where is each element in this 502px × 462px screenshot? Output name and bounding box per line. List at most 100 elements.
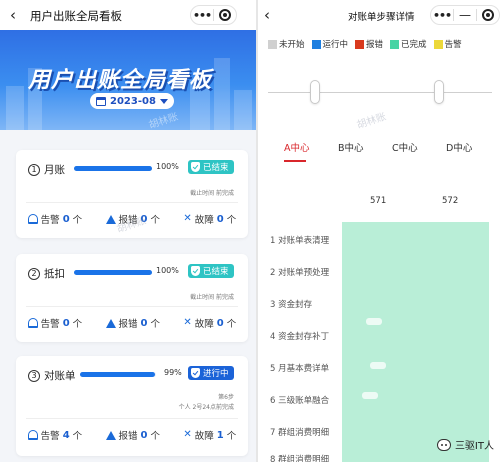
legend-swatch xyxy=(311,39,321,49)
nav-bar: ‹ 对账单步骤详情 ••• — xyxy=(258,0,502,30)
metric-error[interactable]: 报错 0 个 xyxy=(105,316,160,330)
progress-bar xyxy=(80,372,156,377)
metric-row: 告警 4 个 报错 0 个 ✕ 故障 1 个 xyxy=(16,428,248,442)
wechat-icon xyxy=(436,438,451,451)
metric-fault[interactable]: ✕ 故障 1 个 xyxy=(183,428,236,443)
banner-title: 用户出账全局看板 xyxy=(28,68,213,93)
progress-fill xyxy=(74,270,152,275)
dashboard-banner: 用户出账全局看板 2023-08 胡林账 xyxy=(0,30,256,130)
step-row-label: 5 月基本费详单 xyxy=(270,364,330,374)
bell-icon xyxy=(27,214,38,224)
deadline-note: 个人 2号24点前完成 xyxy=(178,404,234,411)
page-title: 对账单步骤详情 xyxy=(348,12,415,23)
back-icon[interactable]: ‹ xyxy=(10,6,16,24)
progress-bar xyxy=(74,166,152,171)
stage-card-monthly[interactable]: 1 月账 100% 已结束 截止时间 前完成 告警 0 个 报错 0 个 ✕ 故障 0 个 胡… xyxy=(16,150,248,238)
tab-d-center[interactable]: D中心 xyxy=(446,140,472,154)
range-slider-track xyxy=(268,92,492,93)
status-label: 已结束 xyxy=(203,163,229,173)
status-badge: 已结束 xyxy=(188,160,234,174)
wrench-icon: ✕ xyxy=(183,213,192,224)
selected-month: 2023-08 xyxy=(110,95,156,107)
metric-alert[interactable]: 告警 0 个 xyxy=(27,212,82,226)
more-icon[interactable]: ••• xyxy=(431,9,453,22)
metric-row: 告警 0 个 报错 0 个 ✕ 故障 0 个 xyxy=(16,316,248,330)
metric-alert[interactable]: 告警 4 个 xyxy=(27,428,82,442)
page-title: 用户出账全局看板 xyxy=(30,9,122,23)
warning-icon xyxy=(105,430,116,440)
watermark: 胡林账 xyxy=(355,111,388,132)
miniprogram-capsule: ••• xyxy=(190,5,237,25)
legend-swatch xyxy=(268,39,277,49)
active-tab-indicator xyxy=(284,160,306,162)
building-decoration xyxy=(6,86,24,130)
bell-icon xyxy=(27,318,38,328)
step-detail-screen: ‹ 对账单步骤详情 ••• — 未开始 运行中 报错 已完成 告警 胡林账 A中… xyxy=(258,0,502,462)
step-row-label: 8 群组消费明细 xyxy=(270,455,330,462)
card-header: 1 月账 xyxy=(28,162,65,177)
target-icon xyxy=(482,9,494,21)
step-row-label: 7 群组消费明细 xyxy=(270,428,330,438)
status-badge: 进行中 xyxy=(188,366,234,380)
current-step-note: 第6步 xyxy=(218,394,234,401)
wrench-icon: ✕ xyxy=(183,429,192,440)
tab-c-center[interactable]: C中心 xyxy=(392,140,418,154)
more-icon[interactable]: ••• xyxy=(191,9,213,22)
stage-name: 月账 xyxy=(44,164,65,176)
completed-status-block[interactable] xyxy=(342,222,489,462)
month-picker[interactable]: 2023-08 xyxy=(90,93,174,109)
legend-running: 运行中 xyxy=(311,38,348,50)
stage-name: 抵扣 xyxy=(44,268,65,280)
metric-alert[interactable]: 告警 0 个 xyxy=(27,316,82,330)
card-divider xyxy=(26,306,238,307)
metric-error[interactable]: 报错 0 个 xyxy=(105,428,160,442)
range-slider-handle-right[interactable] xyxy=(434,80,444,104)
caret-down-icon xyxy=(159,98,168,104)
close-miniprogram-button[interactable] xyxy=(214,9,236,21)
stage-name: 对账单 xyxy=(44,370,76,382)
tab-a-center[interactable]: A中心 xyxy=(284,140,310,154)
dashboard-screen: ‹ 用户出账全局看板 ••• 用户出账全局看板 2023-08 胡林账 1 月账… xyxy=(0,0,256,462)
progress-percent: 100% xyxy=(156,266,179,275)
metric-fault[interactable]: ✕ 故障 0 个 xyxy=(183,212,236,227)
legend-not-started: 未开始 xyxy=(268,38,305,50)
card-divider xyxy=(26,202,238,203)
card-header: 3 对账单 xyxy=(28,368,76,383)
step-row-label: 4 资金封存补丁 xyxy=(270,332,330,342)
progress-fill xyxy=(74,166,152,171)
redacted-cell xyxy=(370,362,386,369)
redacted-cell xyxy=(366,318,382,325)
building-decoration xyxy=(234,90,252,130)
step-row-label: 6 三级账单融合 xyxy=(270,396,330,406)
step-row-label: 3 资金封存 xyxy=(270,300,313,310)
step-number: 3 xyxy=(28,369,40,382)
progress-bar xyxy=(74,270,152,275)
bell-icon xyxy=(27,430,38,440)
card-header: 2 抵扣 xyxy=(28,266,65,281)
account-watermark-badge: 三驱IT人 xyxy=(436,437,494,452)
legend-swatch xyxy=(355,39,365,49)
metric-fault[interactable]: ✕ 故障 0 个 xyxy=(183,316,236,331)
range-slider-handle-left[interactable] xyxy=(310,80,320,104)
close-miniprogram-button[interactable] xyxy=(477,9,499,21)
deadline-note: 截止时间 前完成 xyxy=(190,190,234,197)
progress-percent: 99% xyxy=(164,368,182,377)
status-label: 进行中 xyxy=(203,369,229,379)
watermark: 胡林账 xyxy=(147,111,180,130)
miniprogram-capsule: ••• — xyxy=(430,5,500,25)
stage-card-deduction[interactable]: 2 抵扣 100% 已结束 截止时间 前完成 告警 0 个 报错 0 个 ✕ 故障 0 个 xyxy=(16,254,248,342)
step-row-label: 2 对账单预处理 xyxy=(270,268,330,278)
column-header: 572 xyxy=(442,196,459,206)
shield-check-icon xyxy=(191,266,200,276)
column-header: 571 xyxy=(370,196,387,206)
back-icon[interactable]: ‹ xyxy=(264,6,270,24)
minimize-icon[interactable]: — xyxy=(454,8,476,22)
step-row-label: 1 对账单表清理 xyxy=(270,236,330,246)
legend-swatch xyxy=(433,39,443,49)
account-name: 三驱IT人 xyxy=(454,441,494,452)
legend-error: 报错 xyxy=(355,38,383,50)
stage-card-statement[interactable]: 3 对账单 99% 进行中 第6步 个人 2号24点前完成 告警 4 个 报错 0 个 … xyxy=(16,356,248,456)
tab-b-center[interactable]: B中心 xyxy=(338,140,364,154)
deadline-note: 截止时间 前完成 xyxy=(190,294,234,301)
card-divider xyxy=(26,418,238,419)
